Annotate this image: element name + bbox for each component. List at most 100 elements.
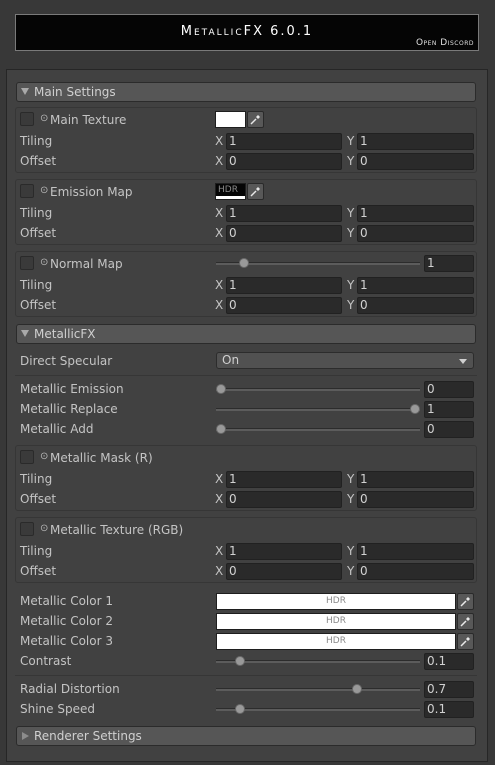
- emission-offset-y[interactable]: 0: [357, 225, 474, 242]
- normal-tiling-x[interactable]: 1: [226, 277, 342, 294]
- metallic-add-field[interactable]: 0: [424, 421, 474, 438]
- emission-tiling-label: Tiling: [20, 206, 53, 220]
- mask-tiling-x[interactable]: 1: [226, 471, 342, 488]
- main-texture-offset-label: Offset: [20, 154, 57, 168]
- offset-x-axis: X: [215, 492, 224, 506]
- metallic-color-1-eyedropper[interactable]: [457, 593, 474, 610]
- metallic-texture-offset-y[interactable]: 0: [357, 563, 474, 580]
- metallic-replace-field[interactable]: 1: [424, 401, 474, 418]
- metallic-emission-label: Metallic Emission: [20, 382, 124, 396]
- main-texture-offset-y[interactable]: 0: [357, 153, 474, 170]
- direct-specular-value: On: [222, 353, 240, 367]
- metallic-replace-thumb[interactable]: [410, 404, 420, 414]
- offset-y-axis: Y: [347, 564, 355, 578]
- radial-distortion-label: Radial Distortion: [20, 682, 120, 696]
- metallic-color-3-eyedropper[interactable]: [457, 633, 474, 650]
- emission-offset-x[interactable]: 0: [226, 225, 342, 242]
- mask-offset-x[interactable]: 0: [226, 491, 342, 508]
- shine-speed-track[interactable]: [216, 708, 420, 711]
- normal-tiling-y[interactable]: 1: [357, 277, 474, 294]
- metallic-mask-slot[interactable]: [20, 450, 34, 464]
- metallic-mask-label: Metallic Mask (R): [50, 451, 153, 465]
- offset-x-axis: X: [215, 564, 224, 578]
- offset-y-axis: Y: [347, 298, 355, 312]
- normal-tiling-label: Tiling: [20, 278, 53, 292]
- tiling-y-axis: Y: [347, 544, 355, 558]
- texture-dot-icon: ⊙: [40, 257, 49, 268]
- metallic-emission-field[interactable]: 0: [424, 381, 474, 398]
- main-settings-label: Main Settings: [34, 85, 116, 99]
- metallic-add-track[interactable]: [216, 428, 420, 431]
- emission-color-swatch[interactable]: HDR: [215, 183, 246, 200]
- metallic-color-2-label: Metallic Color 2: [20, 614, 113, 628]
- tiling-x-axis: X: [215, 472, 224, 486]
- mask-tiling-label: Tiling: [20, 472, 53, 486]
- radial-distortion-track[interactable]: [216, 688, 420, 691]
- radial-distortion-thumb[interactable]: [351, 684, 362, 694]
- main-texture-eyedropper[interactable]: [247, 111, 264, 128]
- offset-x-axis: X: [215, 298, 224, 312]
- metallic-color-1-swatch[interactable]: HDR: [216, 593, 456, 610]
- main-texture-slot[interactable]: [20, 112, 34, 126]
- normal-map-label: Normal Map: [50, 257, 123, 271]
- emission-offset-label: Offset: [20, 226, 57, 240]
- metallic-replace-label: Metallic Replace: [20, 402, 118, 416]
- metallic-texture-offset-label: Offset: [20, 564, 57, 578]
- tiling-y-axis: Y: [347, 472, 355, 486]
- metallicfx-header[interactable]: MetallicFX: [16, 324, 476, 344]
- eyedropper-icon: [460, 637, 470, 647]
- emission-tiling-y[interactable]: 1: [357, 205, 474, 222]
- metallic-emission-track[interactable]: [216, 388, 420, 391]
- direct-specular-dropdown[interactable]: On: [216, 352, 474, 369]
- metallic-texture-tiling-x[interactable]: 1: [226, 543, 342, 560]
- emission-tiling-x[interactable]: 1: [226, 205, 342, 222]
- main-texture-color-swatch[interactable]: [215, 111, 246, 128]
- divider: [15, 375, 477, 376]
- metallic-color-2-eyedropper[interactable]: [457, 613, 474, 630]
- main-settings-header[interactable]: Main Settings: [16, 82, 476, 102]
- eyedropper-icon: [250, 115, 260, 125]
- direct-specular-label: Direct Specular: [20, 354, 113, 368]
- normal-offset-x[interactable]: 0: [226, 297, 342, 314]
- tiling-y-axis: Y: [347, 134, 355, 148]
- mask-tiling-y[interactable]: 1: [357, 471, 474, 488]
- metallic-emission-thumb[interactable]: [216, 384, 226, 394]
- normal-strength-field[interactable]: 1: [424, 255, 474, 272]
- metallic-replace-track[interactable]: [216, 408, 420, 411]
- main-texture-tiling-y[interactable]: 1: [357, 133, 474, 150]
- shine-speed-field[interactable]: 0.1: [424, 701, 474, 718]
- renderer-settings-header[interactable]: Renderer Settings: [16, 726, 476, 746]
- metallic-color-2-swatch[interactable]: HDR: [216, 613, 456, 630]
- divider: [15, 675, 477, 676]
- normal-offset-y[interactable]: 0: [357, 297, 474, 314]
- tiling-x-axis: X: [215, 134, 224, 148]
- radial-distortion-field[interactable]: 0.7: [424, 681, 474, 698]
- title-banner: MetallicFX 6.0.1 Open Discord: [15, 14, 479, 51]
- open-discord-link[interactable]: Open Discord: [416, 38, 474, 48]
- normal-map-slot[interactable]: [20, 256, 34, 270]
- contrast-track[interactable]: [216, 660, 420, 663]
- tiling-y-axis: Y: [347, 206, 355, 220]
- metallic-add-label: Metallic Add: [20, 422, 94, 436]
- emission-eyedropper[interactable]: [247, 183, 264, 200]
- metallic-color-3-label: Metallic Color 3: [20, 634, 113, 648]
- main-texture-offset-x[interactable]: 0: [226, 153, 342, 170]
- metallic-texture-label: Metallic Texture (RGB): [50, 523, 184, 537]
- metallic-texture-tiling-y[interactable]: 1: [357, 543, 474, 560]
- chevron-down-icon: [459, 359, 467, 364]
- eyedropper-icon: [460, 617, 470, 627]
- metallic-color-3-swatch[interactable]: HDR: [216, 633, 456, 650]
- main-texture-tiling-x[interactable]: 1: [226, 133, 342, 150]
- main-texture-label: Main Texture: [50, 113, 127, 127]
- shine-speed-label: Shine Speed: [20, 702, 95, 716]
- contrast-label: Contrast: [20, 654, 72, 668]
- emission-map-slot[interactable]: [20, 184, 34, 198]
- metallic-texture-slot[interactable]: [20, 522, 34, 536]
- metallic-texture-offset-x[interactable]: 0: [226, 563, 342, 580]
- contrast-field[interactable]: 0.1: [424, 653, 474, 670]
- mask-offset-y[interactable]: 0: [357, 491, 474, 508]
- offset-y-axis: Y: [347, 154, 355, 168]
- offset-x-axis: X: [215, 226, 224, 240]
- metallic-add-thumb[interactable]: [216, 424, 226, 434]
- texture-dot-icon: ⊙: [40, 451, 49, 462]
